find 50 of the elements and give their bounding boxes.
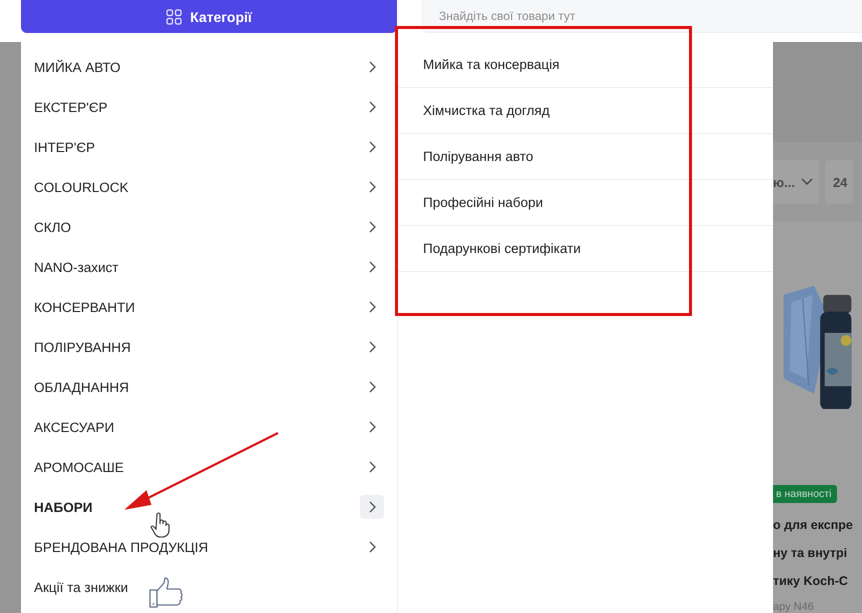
menu-item[interactable]: КОНСЕРВАНТИ bbox=[21, 287, 397, 327]
menu-item[interactable]: NANO-захист bbox=[21, 247, 397, 287]
menu-item-label: ІНТЕР'ЄР bbox=[34, 140, 96, 154]
menu-item[interactable]: ІНТЕР'ЄР bbox=[21, 127, 397, 167]
menu-item[interactable]: МИЙКА АВТО bbox=[21, 47, 397, 87]
chevron-right-icon bbox=[368, 141, 376, 153]
search-field[interactable]: Знайдіть свої товари тут bbox=[422, 0, 862, 33]
menu-item-label: ПОЛІРУВАННЯ bbox=[34, 340, 131, 354]
chevron-right-icon bbox=[368, 341, 376, 353]
menu-item-label: ЕКСТЕР'ЄР bbox=[34, 100, 108, 114]
menu-item[interactable]: БРЕНДОВАНА ПРОДУКЦІЯ bbox=[21, 527, 397, 567]
chevron-right-icon bbox=[368, 501, 376, 513]
thumbs-up-icon bbox=[148, 577, 184, 609]
menu-item-label: АРОМОСАШЕ bbox=[34, 460, 124, 474]
menu-item[interactable]: СКЛО bbox=[21, 207, 397, 247]
menu-item-label: НАБОРИ bbox=[34, 500, 92, 514]
chevron-right-icon bbox=[368, 261, 376, 273]
menu-item-label: СКЛО bbox=[34, 220, 71, 234]
grid-icon bbox=[166, 8, 182, 24]
chevron-down-icon bbox=[800, 178, 813, 186]
menu-item[interactable]: ЕКСТЕР'ЄР bbox=[21, 87, 397, 127]
stock-badge: в наявності bbox=[773, 485, 838, 503]
menu-item[interactable]: ОБЛАДНАННЯ bbox=[21, 367, 397, 407]
chevron-right-icon bbox=[368, 181, 376, 193]
chevron-right-icon bbox=[368, 541, 376, 553]
menu-item[interactable]: АРОМОСАШЕ bbox=[21, 447, 397, 487]
menu-item-label: Акції та знижки bbox=[34, 580, 128, 594]
chevron-right-icon bbox=[368, 461, 376, 473]
menu-item[interactable]: COLOURLOCK bbox=[21, 167, 397, 207]
menu-item[interactable]: АКСЕСУАРИ bbox=[21, 407, 397, 447]
menu-item-label: NANO-захист bbox=[34, 260, 118, 274]
menu-item-label: ОБЛАДНАННЯ bbox=[34, 380, 129, 394]
menu-item-label: КОНСЕРВАНТИ bbox=[34, 300, 135, 314]
chevron-right-icon bbox=[368, 301, 376, 313]
menu-item[interactable]: НАБОРИ bbox=[21, 487, 397, 527]
chevron-right-icon bbox=[368, 421, 376, 433]
chevron-right-icon bbox=[368, 381, 376, 393]
chevron-right-icon bbox=[368, 61, 376, 73]
menu-item-label: АКСЕСУАРИ bbox=[34, 420, 114, 434]
product-title: о для експре bbox=[773, 517, 854, 534]
chevron-right-icon bbox=[368, 101, 376, 113]
product-title: ну та внутрі bbox=[773, 545, 848, 562]
menu-item-label: COLOURLOCK bbox=[34, 180, 129, 194]
categories-button[interactable]: Категорії bbox=[21, 0, 397, 33]
chevron-right-icon bbox=[368, 221, 376, 233]
menu-item-label: БРЕНДОВАНА ПРОДУКЦІЯ bbox=[34, 540, 208, 554]
product-title: тику Koch-C bbox=[773, 573, 849, 590]
menu-item-label: МИЙКА АВТО bbox=[34, 60, 121, 74]
menu-item[interactable]: ПОЛІРУВАННЯ bbox=[21, 327, 397, 367]
menu-item[interactable]: Акції та знижки bbox=[21, 567, 397, 607]
